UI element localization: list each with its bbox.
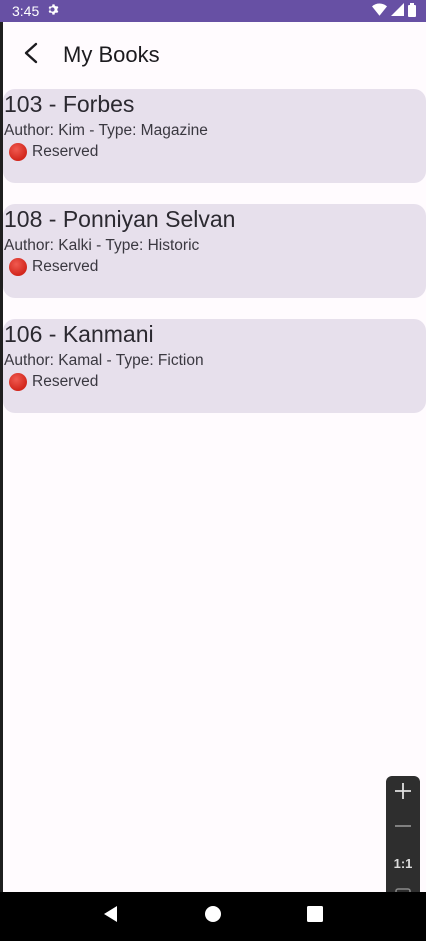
- book-list: 103 - Forbes Author: Kim - Type: Magazin…: [3, 89, 426, 434]
- status-label: Reserved: [32, 258, 99, 275]
- red-circle-icon: [9, 373, 27, 391]
- square-recents-icon: [307, 906, 323, 927]
- zoom-in-button[interactable]: [386, 777, 420, 811]
- minus-icon: [394, 817, 412, 840]
- back-button[interactable]: [5, 31, 59, 79]
- system-nav-bar: [0, 892, 426, 941]
- nav-recents-button[interactable]: [295, 897, 335, 937]
- red-circle-icon: [9, 258, 27, 276]
- status-label: Reserved: [32, 373, 99, 390]
- nav-home-button[interactable]: [193, 897, 233, 937]
- book-meta: Author: Kamal - Type: Fiction: [4, 352, 204, 369]
- battery-icon: [408, 2, 416, 20]
- zoom-out-button[interactable]: [386, 812, 420, 846]
- book-title: 108 - Ponniyan Selvan: [4, 206, 236, 232]
- nav-back-button[interactable]: [91, 897, 131, 937]
- app-bar: My Books: [3, 22, 426, 88]
- triangle-back-icon: [103, 905, 119, 928]
- status-badge: Reserved: [9, 143, 98, 161]
- page-title: My Books: [63, 42, 160, 67]
- book-title: 103 - Forbes: [4, 91, 135, 117]
- book-meta: Author: Kim - Type: Magazine: [4, 122, 208, 139]
- arrow-back-icon: [22, 42, 42, 69]
- settings-gear-icon: [47, 3, 60, 19]
- book-meta: Author: Kalki - Type: Historic: [4, 237, 200, 254]
- red-circle-icon: [9, 143, 27, 161]
- book-card[interactable]: 108 - Ponniyan Selvan Author: Kalki - Ty…: [3, 204, 426, 298]
- plus-icon: [394, 782, 412, 805]
- wifi-icon: [372, 3, 387, 19]
- book-title: 106 - Kanmani: [4, 321, 154, 347]
- status-label: Reserved: [32, 143, 99, 160]
- status-badge: Reserved: [9, 373, 98, 391]
- book-card[interactable]: 103 - Forbes Author: Kim - Type: Magazin…: [3, 89, 426, 183]
- status-badge: Reserved: [9, 258, 98, 276]
- status-bar: 3:45: [0, 0, 426, 22]
- status-time: 3:45: [12, 3, 40, 19]
- book-card[interactable]: 106 - Kanmani Author: Kamal - Type: Fict…: [3, 319, 426, 413]
- circle-home-icon: [204, 905, 222, 928]
- zoom-reset-button[interactable]: 1:1: [386, 847, 420, 881]
- signal-icon: [391, 3, 404, 19]
- zoom-one-to-one-label: 1:1: [393, 856, 413, 871]
